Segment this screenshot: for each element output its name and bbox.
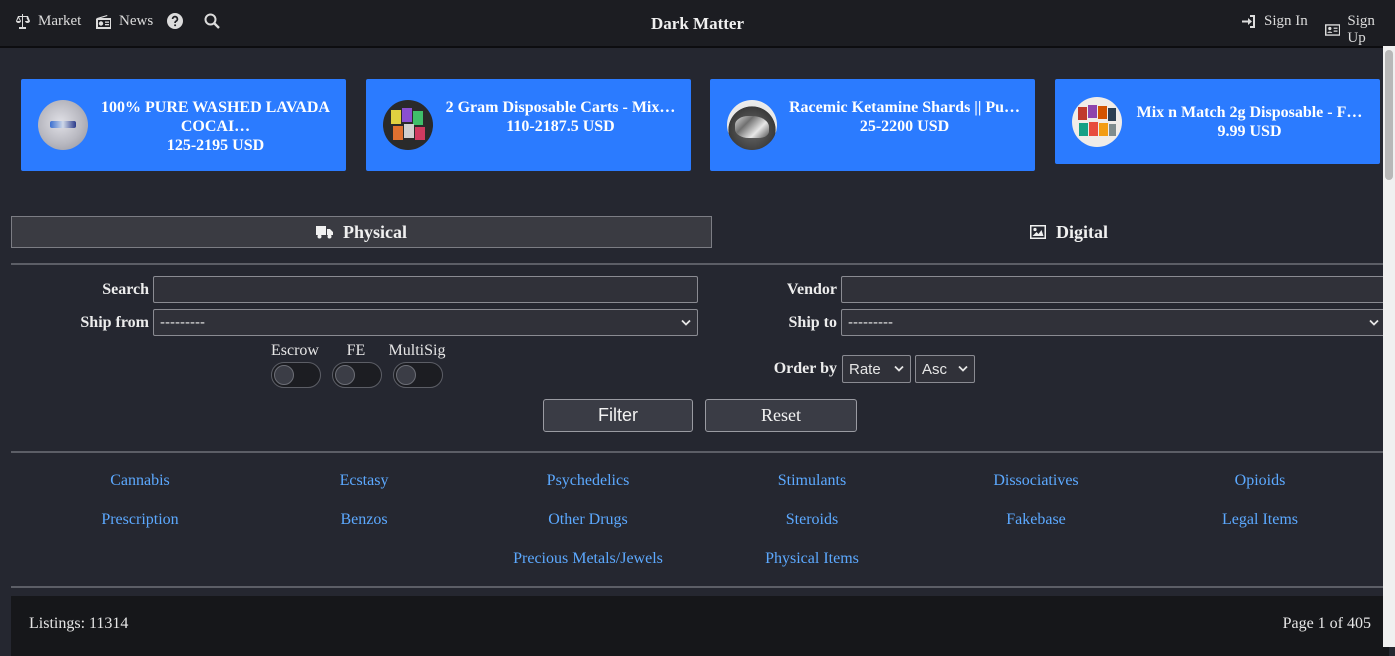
featured-price: 25-2200 USD <box>859 118 950 135</box>
search-input[interactable] <box>153 276 698 303</box>
chevron-down-icon <box>958 365 968 372</box>
divider <box>11 586 1389 588</box>
reset-button[interactable]: Reset <box>705 399 857 432</box>
search-label: Search <box>102 281 149 298</box>
scale-icon <box>16 14 30 29</box>
radio-icon <box>96 14 111 29</box>
category-link-legal-items[interactable]: Legal Items <box>1170 511 1350 529</box>
tab-digital[interactable]: Digital <box>724 216 1395 248</box>
filter-button[interactable]: Filter <box>543 399 693 432</box>
category-link-physical-items[interactable]: Physical Items <box>722 550 902 568</box>
listing-count: Listings: 11314 <box>29 615 129 632</box>
chevron-down-icon <box>894 365 904 372</box>
order-by-label: Order by <box>773 360 837 377</box>
tab-physical[interactable]: Physical <box>11 216 712 248</box>
category-link-cannabis[interactable]: Cannabis <box>50 472 230 490</box>
toggle-knob <box>274 365 294 385</box>
chevron-down-icon <box>1369 319 1379 326</box>
listing-summary-bar: Listings: 11314 Page 1 of 405 <box>11 596 1389 656</box>
nav-sign-in[interactable]: Sign In <box>1241 13 1308 30</box>
toggle-knob <box>335 365 355 385</box>
divider <box>11 451 1389 453</box>
ship-from-label: Ship from <box>80 314 149 331</box>
featured-price: 125-2195 USD <box>166 137 265 154</box>
ship-from-select[interactable]: --------- <box>153 309 698 336</box>
vendor-input[interactable] <box>841 276 1386 303</box>
fe-toggle[interactable] <box>332 362 382 388</box>
truck-icon <box>315 225 333 238</box>
category-link-steroids[interactable]: Steroids <box>722 511 902 529</box>
order-by-value: Rate <box>849 360 881 378</box>
nav-market[interactable]: Market <box>14 13 81 30</box>
nav-news-label: News <box>119 13 154 29</box>
category-link-prescription[interactable]: Prescription <box>50 511 230 529</box>
category-link-ecstasy[interactable]: Ecstasy <box>274 472 454 490</box>
featured-card[interactable]: 2 Gram Disposable Carts - Mix… 110-2187.… <box>366 79 691 171</box>
ship-to-select[interactable]: --------- <box>841 309 1386 336</box>
category-link-stimulants[interactable]: Stimulants <box>722 472 902 490</box>
ship-to-label: Ship to <box>788 314 837 331</box>
category-link-opioids[interactable]: Opioids <box>1170 472 1350 490</box>
multisig-label: MultiSig <box>388 342 446 359</box>
featured-price: 110-2187.5 USD <box>506 118 615 135</box>
nav-sign-up[interactable]: Sign Up <box>1325 13 1395 47</box>
escrow-toggle[interactable] <box>271 362 321 388</box>
product-thumbnail <box>383 100 433 150</box>
ship-from-value: --------- <box>160 314 205 331</box>
category-link-benzos[interactable]: Benzos <box>274 511 454 529</box>
tab-digital-label: Digital <box>1056 221 1108 242</box>
featured-title: Mix n Match 2g Disposable - F… <box>1136 104 1363 121</box>
featured-card[interactable]: Mix n Match 2g Disposable - F… 9.99 USD <box>1055 79 1380 164</box>
sign-in-icon <box>1242 15 1255 28</box>
product-thumbnail <box>1072 97 1122 147</box>
escrow-label: Escrow <box>271 342 319 359</box>
category-link-psychedelics[interactable]: Psychedelics <box>498 472 678 490</box>
tab-physical-label: Physical <box>342 221 407 242</box>
divider <box>11 263 1389 265</box>
search-icon <box>204 13 220 29</box>
nav-market-label: Market <box>38 13 82 29</box>
order-direction-value: Asc <box>922 360 948 378</box>
product-thumbnail <box>38 100 88 150</box>
vendor-label: Vendor <box>786 281 837 298</box>
multisig-toggle[interactable] <box>393 362 443 388</box>
nav-news[interactable]: News <box>95 13 153 30</box>
ship-to-value: --------- <box>848 314 893 331</box>
category-link-other-drugs[interactable]: Other Drugs <box>498 511 678 529</box>
featured-card[interactable]: Racemic Ketamine Shards || Pu… 25-2200 U… <box>710 79 1035 171</box>
order-direction-select[interactable]: Asc <box>915 355 975 383</box>
featured-price: 9.99 USD <box>1217 123 1282 140</box>
top-navbar: Market News Dark Matter Sign In Sign Up <box>0 0 1395 48</box>
featured-title: 2 Gram Disposable Carts - Mix… <box>445 99 676 116</box>
product-thumbnail <box>727 100 777 150</box>
category-link-dissociatives[interactable]: Dissociatives <box>946 472 1126 490</box>
featured-title: Racemic Ketamine Shards || Pu… <box>788 99 1021 116</box>
category-link-precious-metals[interactable]: Precious Metals/Jewels <box>498 550 678 568</box>
page-indicator: Page 1 of 405 <box>1282 615 1371 632</box>
fe-label: FE <box>346 342 366 359</box>
category-link-fakebase[interactable]: Fakebase <box>946 511 1126 529</box>
toggle-knob <box>396 365 416 385</box>
featured-card[interactable]: 100% PURE WASHED LAVADA COCAI… 125-2195 … <box>21 79 346 171</box>
scrollbar-thumb[interactable] <box>1385 50 1393 180</box>
help-button[interactable] <box>167 13 183 29</box>
order-by-select[interactable]: Rate <box>842 355 911 383</box>
image-icon <box>1030 225 1046 239</box>
nav-sign-up-label: Sign Up <box>1347 13 1375 46</box>
nav-sign-in-label: Sign In <box>1264 13 1308 29</box>
question-circle-icon <box>167 13 183 29</box>
chevron-down-icon <box>681 319 691 326</box>
id-card-icon <box>1325 24 1341 36</box>
featured-title: 100% PURE WASHED LAVADA COCAI… <box>101 99 330 135</box>
search-button[interactable] <box>204 13 220 29</box>
